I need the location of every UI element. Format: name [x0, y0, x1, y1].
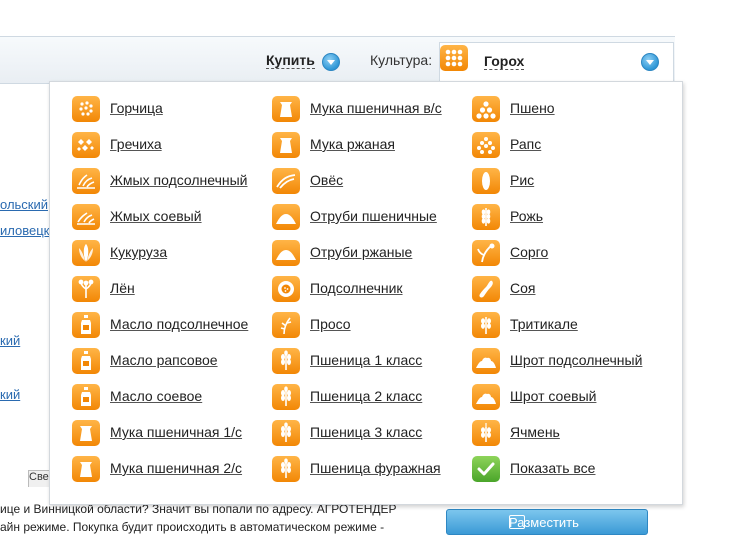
- wheat-ear-icon: [272, 348, 300, 374]
- post-offer-button[interactable]: Разместить: [446, 509, 648, 535]
- culture-option-label[interactable]: Гречиха: [110, 136, 162, 152]
- left-region-link[interactable]: кий: [0, 387, 20, 402]
- flour-sack-icon: [272, 96, 300, 122]
- triticale-icon: [472, 312, 500, 338]
- culture-option-label[interactable]: Жмых подсолнечный: [110, 172, 248, 188]
- wheat-ear-icon: [272, 420, 300, 446]
- millet-icon: [272, 312, 300, 338]
- culture-option-label[interactable]: Мука ржаная: [310, 136, 395, 152]
- page-header-area: [0, 0, 738, 36]
- soybean-icon: [472, 276, 500, 302]
- culture-option-label[interactable]: Соя: [510, 280, 535, 296]
- rice-grain-icon: [472, 168, 500, 194]
- culture-option-label[interactable]: Пшеница 1 класс: [310, 352, 422, 368]
- pea-grid-icon: [440, 45, 468, 71]
- left-region-link[interactable]: иловецк: [0, 223, 49, 238]
- flour-sack-icon: [272, 132, 300, 158]
- checkmark-icon: [472, 456, 500, 482]
- barley-icon: [472, 420, 500, 446]
- flax-icon: [72, 276, 100, 302]
- selected-culture: Горох: [484, 53, 525, 70]
- flour-sack-icon: [72, 456, 100, 482]
- culture-option-label[interactable]: Горчица: [110, 100, 163, 116]
- corn-icon: [72, 240, 100, 266]
- culture-option-label[interactable]: Рожь: [510, 208, 543, 224]
- culture-option-label[interactable]: Пшеница фуражная: [310, 460, 441, 476]
- culture-option-label[interactable]: Пшено: [510, 100, 555, 116]
- flour-sack-icon: [72, 420, 100, 446]
- culture-dropdown-panel: Горчица Гречиха Жмых подсолнечный Жмых соев…: [49, 81, 683, 505]
- culture-option-label[interactable]: Сорго: [510, 244, 548, 260]
- culture-option-label[interactable]: Шрот подсолнечный: [510, 352, 642, 368]
- culture-option-label[interactable]: Просо: [310, 316, 351, 332]
- culture-option-label[interactable]: Масло рапсовое: [110, 352, 218, 368]
- left-region-link[interactable]: кий: [0, 333, 20, 348]
- buy-dropdown-label[interactable]: Купить: [266, 52, 315, 69]
- culture-option-label[interactable]: Рис: [510, 172, 534, 188]
- soy-cake-icon: [72, 204, 100, 230]
- sunflower-icon: [272, 276, 300, 302]
- tab-label: Све: [29, 471, 49, 483]
- culture-option-label[interactable]: Масло соевое: [110, 388, 202, 404]
- culture-option-label[interactable]: Подсолнечник: [310, 280, 403, 296]
- sorghum-icon: [472, 240, 500, 266]
- bran-pile-icon: [272, 240, 300, 266]
- culture-option-label[interactable]: Рапс: [510, 136, 541, 152]
- oil-bottle-icon: [72, 384, 100, 410]
- intro-text-line: айн режиме. Покупка будит происходить в …: [0, 520, 385, 534]
- buy-dropdown-chevron-icon[interactable]: [322, 53, 340, 71]
- culture-option-label[interactable]: Показать все: [510, 460, 595, 476]
- meal-pile-icon: [472, 384, 500, 410]
- post-button-label: Разместить: [509, 515, 579, 530]
- culture-selector[interactable]: Горох: [439, 42, 674, 82]
- wheat-ear-icon: [272, 456, 300, 482]
- culture-option-label[interactable]: Мука пшеничная в/с: [310, 100, 442, 116]
- culture-option-label[interactable]: Пшеница 3 класс: [310, 424, 422, 440]
- tab-fragment[interactable]: Све: [28, 470, 50, 487]
- bran-pile-icon: [272, 204, 300, 230]
- oil-bottle-icon: [72, 348, 100, 374]
- rye-ear-icon: [472, 204, 500, 230]
- culture-option-label[interactable]: Шрот соевый: [510, 388, 596, 404]
- culture-option-label[interactable]: Отруби пшеничные: [310, 208, 437, 224]
- culture-option-label[interactable]: Мука пшеничная 2/с: [110, 460, 242, 476]
- culture-chevron-down-icon[interactable]: [641, 53, 659, 71]
- oil-bottle-icon: [72, 312, 100, 338]
- culture-option-label[interactable]: Тритикале: [510, 316, 578, 332]
- buckwheat-icon: [72, 132, 100, 158]
- oats-icon: [272, 168, 300, 194]
- culture-option-label[interactable]: Пшеница 2 класс: [310, 388, 422, 404]
- meal-pile-icon: [472, 348, 500, 374]
- culture-option-label[interactable]: Кукуруза: [110, 244, 167, 260]
- left-region-link[interactable]: ольский: [0, 197, 48, 212]
- wheat-ear-icon: [272, 384, 300, 410]
- mustard-seeds-icon: [72, 96, 100, 122]
- culture-option-label[interactable]: Овёс: [310, 172, 343, 188]
- sunflower-cake-icon: [72, 168, 100, 194]
- culture-option-label[interactable]: Лён: [110, 280, 135, 296]
- culture-option-label[interactable]: Мука пшеничная 1/с: [110, 424, 242, 440]
- rapeseed-icon: [472, 132, 500, 158]
- culture-option-label[interactable]: Ячмень: [510, 424, 560, 440]
- millet-grains-icon: [472, 96, 500, 122]
- culture-option-label[interactable]: Жмых соевый: [110, 208, 202, 224]
- culture-option-label[interactable]: Масло подсолнечное: [110, 316, 248, 332]
- culture-option-label[interactable]: Отруби ржаные: [310, 244, 412, 260]
- culture-label: Культура:: [370, 52, 433, 68]
